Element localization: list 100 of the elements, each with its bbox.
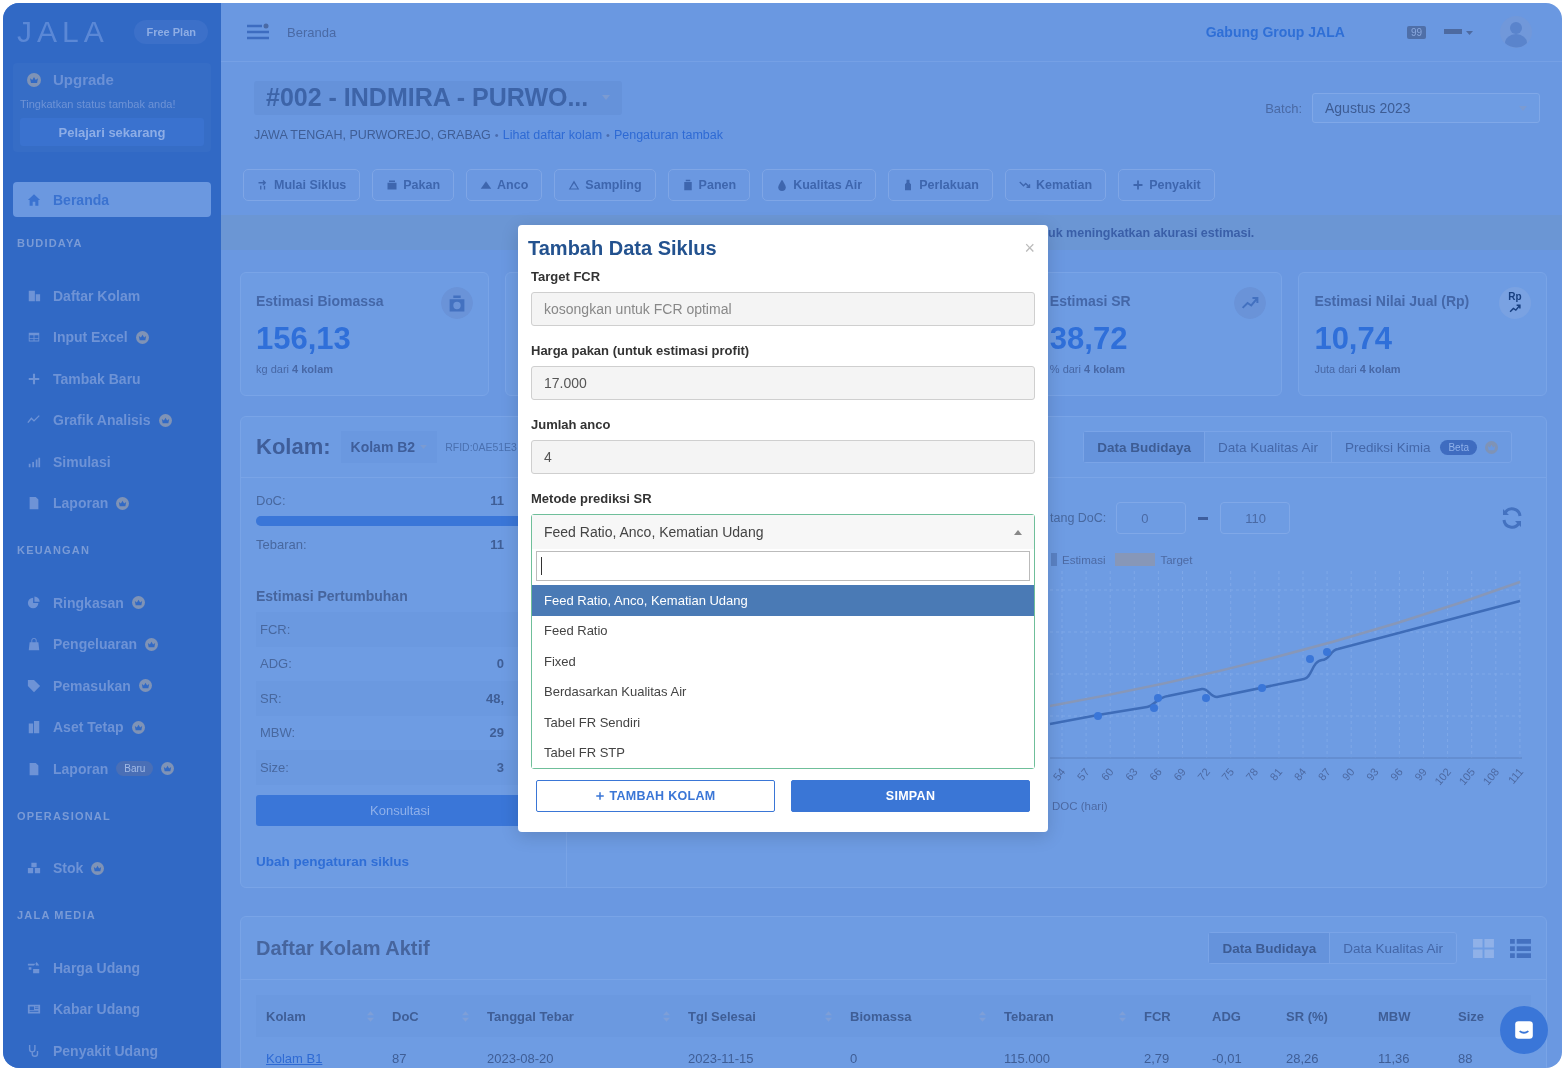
table-cell-text: 0 — [850, 1050, 859, 1066]
nav-item[interactable]: Tambak Baru — [13, 358, 211, 400]
table-cell-text: 2023-11-15 — [688, 1050, 755, 1066]
nav-item[interactable]: Pengeluaran — [13, 623, 211, 665]
x-tick-label: 66 — [1146, 765, 1164, 783]
x-tick-label: 108 — [1480, 765, 1502, 788]
tab[interactable]: Data Budidaya — [1084, 432, 1205, 462]
group-link[interactable]: Gabung Group JALA — [1205, 24, 1345, 40]
x-tick-label: 111 — [1505, 765, 1526, 787]
section-heading: KEUANGAN — [17, 544, 92, 558]
add-pond-button[interactable]: TAMBAH KOLAM — [536, 780, 775, 812]
batch-label: Batch: — [1265, 100, 1302, 116]
growth-heading: Estimasi Pertumbuhan — [256, 588, 409, 604]
column-header[interactable]: Biomassa — [850, 1008, 1004, 1024]
x-tick-label: 69 — [1170, 765, 1189, 783]
column-header[interactable]: SR (%) — [1286, 1008, 1378, 1024]
pond-dropdown[interactable]: Kolam B2 — [340, 431, 438, 463]
growth-label: ADG: — [260, 656, 292, 672]
dialog-title: Tambah Data Siklus — [528, 237, 717, 260]
separator: • — [494, 129, 499, 141]
nav-item[interactable]: Grafik Analisis — [13, 399, 211, 441]
growth-value: 0 — [496, 656, 504, 672]
nav-item[interactable]: Input Excel — [13, 316, 211, 358]
x-tick-label: 63 — [1122, 765, 1140, 783]
nav-item[interactable]: Laporan Baru — [13, 748, 211, 790]
cycle-settings-link[interactable]: Ubah pengaturan siklus — [256, 853, 410, 869]
tab[interactable]: Prediksi Kimia Beta — [1330, 432, 1511, 462]
learn-button[interactable]: Pelajari sekarang — [20, 118, 204, 146]
x-tick-label: 96 — [1387, 765, 1405, 783]
table-cell-text: -0,01 — [1212, 1050, 1243, 1066]
table-cell-text: 88 — [1458, 1050, 1474, 1066]
dropdown-option[interactable]: Tabel FR Sendiri — [532, 707, 1034, 738]
input-field[interactable]: 0 — [1116, 502, 1187, 534]
field-label: Harga pakan (untuk estimasi profit) — [531, 343, 751, 358]
field-label: Jumlah anco — [531, 417, 612, 432]
input-field[interactable]: 17.000 — [531, 366, 1035, 400]
column-header[interactable]: Tanggal Tebar — [487, 1008, 688, 1024]
input-field[interactable]: 4 — [531, 440, 1035, 474]
nav-item[interactable]: Penyakit Udang — [13, 1030, 211, 1068]
select-field[interactable]: Feed Ratio, Anco, Kematian Udang — [532, 515, 1034, 549]
currency-trend-icon: Rp — [1499, 287, 1531, 319]
beta-badge: Beta — [1440, 439, 1477, 455]
input-field[interactable]: 110 — [1220, 502, 1291, 534]
column-header[interactable]: Kolam — [266, 1008, 392, 1024]
column-header[interactable]: ADG — [1212, 1008, 1286, 1024]
pond-link[interactable]: Kolam B1 — [266, 1050, 323, 1066]
stat-title: Estimasi SR — [1049, 293, 1131, 309]
nav-item[interactable]: Ringkasan — [13, 582, 211, 624]
nav-item[interactable]: Daftar Kolam — [13, 275, 211, 317]
dropdown-option[interactable]: Feed Ratio — [532, 615, 1034, 646]
column-header[interactable]: DoC — [392, 1008, 487, 1024]
stocking-value: 11 — [490, 536, 504, 552]
separator: • — [606, 129, 610, 141]
nav-item[interactable]: Pemasukan — [13, 665, 211, 707]
input-field[interactable]: kosongkan untuk FCR optimal — [531, 292, 1035, 326]
chat-icon[interactable]: 99 — [1406, 25, 1426, 39]
close-button[interactable]: × — [1016, 238, 1035, 259]
farm-link[interactable]: Lihat daftar kolam — [502, 128, 603, 142]
dropdown-option[interactable]: Berdasarkan Kualitas Air — [532, 676, 1034, 707]
section-heading: OPERASIONAL — [17, 809, 112, 824]
column-header[interactable]: MBW — [1378, 1008, 1458, 1024]
breadcrumb[interactable]: Beranda — [287, 24, 337, 40]
legend-label: Target — [1160, 553, 1193, 566]
x-tick-label: 105 — [1456, 765, 1478, 788]
nav-item[interactable]: Stok — [13, 847, 211, 889]
growth-label: Size: — [260, 759, 289, 775]
dropdown-option[interactable]: Feed Ratio, Anco, Kematian Udang — [532, 585, 1034, 616]
growth-value: 29 — [489, 725, 504, 741]
dropdown-option[interactable]: Fixed — [532, 646, 1034, 677]
legend-label: Estimasi — [1062, 553, 1106, 566]
field-label: Metode prediksi SR — [531, 491, 653, 506]
nav-item[interactable]: Simulasi — [13, 441, 211, 483]
pond-label: Kolam: — [256, 434, 331, 460]
nav-item[interactable]: Harga Udang — [13, 947, 211, 989]
tab[interactable]: Data Kualitas Air — [1204, 432, 1331, 462]
x-tick-label: 84 — [1291, 765, 1309, 783]
plan-badge: Free Plan — [134, 20, 208, 44]
column-header[interactable]: Size — [1458, 1008, 1494, 1024]
save-button[interactable]: SIMPAN — [791, 780, 1030, 812]
growth-value: 48, — [485, 690, 504, 706]
x-tick-label: 81 — [1267, 765, 1285, 783]
table-cell-text: 11,36 — [1378, 1050, 1411, 1066]
column-header[interactable]: FCR — [1144, 1008, 1212, 1024]
batch-select[interactable]: Agustus 2023 — [1312, 93, 1540, 123]
section-heading: JALA MEDIA — [17, 909, 97, 923]
farm-link[interactable]: Pengaturan tambak — [613, 128, 724, 142]
tab[interactable]: Data Kualitas Air — [1329, 933, 1456, 963]
nav-item[interactable]: Aset Tetap — [13, 706, 211, 748]
nav-item[interactable]: Laporan — [13, 482, 211, 524]
column-header[interactable]: Tgl Selesai — [688, 1008, 850, 1024]
dropdown-option[interactable]: Tabel FR STP — [532, 737, 1034, 768]
tab[interactable]: Data Budidaya — [1209, 933, 1330, 963]
stocking-label: Tebaran: — [256, 536, 307, 552]
column-header[interactable]: Tebaran — [1004, 1008, 1144, 1024]
stat-value: 38,72 — [1049, 321, 1129, 357]
x-tick-label: 78 — [1243, 765, 1261, 783]
x-tick-label: 75 — [1219, 765, 1237, 783]
nav-item[interactable]: Kabar Udang — [13, 988, 211, 1030]
table-cell-text: 2,79 — [1144, 1050, 1171, 1066]
stat-caption: kg dari 4 kolam — [256, 363, 335, 375]
